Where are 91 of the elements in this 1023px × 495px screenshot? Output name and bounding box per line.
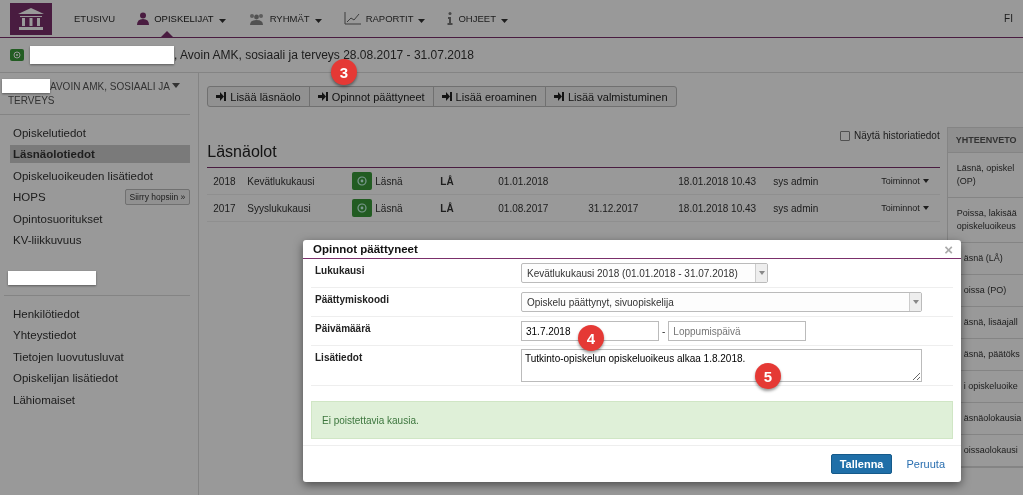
checkbox-label: Näytä historiatiedot [854,130,940,141]
nav-menu-item[interactable]: RAPORTIT [343,0,426,37]
caret-icon[interactable] [172,83,181,88]
table-cell-text: 01.08.2017 [498,202,550,214]
cancel-link[interactable]: Peruuta [906,458,945,470]
summary-label: Poissa, lakisää [956,207,1018,220]
caret-icon [314,18,322,23]
group-icon [247,12,265,25]
sign-in-icon [216,92,227,101]
study-right-title: , Avoin AMK, sosiaali ja terveys 28.08.2017 - 31.07.2018 [174,48,474,62]
summary-label: i opiskeluoike [963,380,1019,393]
hops-button[interactable]: Siirry hopsiin » [124,189,191,206]
caret-icon [758,271,765,275]
sidebar-item[interactable]: Läsnäolotiedot [10,145,191,164]
toolbar-button[interactable]: Opinnot päättyneet [308,86,434,107]
sidebar-item[interactable]: Opiskelijan lisätiedot [10,369,191,388]
status-icon [352,172,373,190]
summary-label: oissaolokausi [963,444,1019,457]
table-cell-text: Syyslukukausi [247,202,312,214]
caret-icon [912,300,919,304]
status-icon [352,199,373,217]
step-marker: 3 [331,59,357,85]
nav-menu-item[interactable]: RYHMÄT [247,0,322,37]
checkbox[interactable] [840,130,851,141]
actions-dropdown[interactable]: Toiminnot [881,176,929,186]
table-cell: Läsnä [375,175,403,187]
chart-icon [343,12,361,25]
nav-menu-item[interactable]: OPISKELIJAT [137,0,226,37]
summary-label: (OP) [956,175,977,188]
caret-icon [218,18,226,23]
nav-menu-item[interactable]: OHJEET [447,0,508,37]
nav-menu-item[interactable]: ETUSIVU [74,0,116,37]
section-title: Läsnäolot [207,143,940,168]
table-cell-text: 18.01.2018 10.43 [678,202,758,214]
summary-label: Läsnä, opiskel [956,162,1016,175]
summary-label: äsnä (LÅ) [963,252,1004,265]
user-icon [137,12,150,25]
save-button[interactable]: Tallenna [830,454,893,474]
sidebar-item[interactable]: Opintosuoritukset [10,209,191,228]
table-cell: Läsnä [375,202,403,214]
table-cell-text: Kevätlukukausi [247,175,316,187]
field-label: Päättymiskoodi [315,293,390,307]
program-heading: TERVEYS [8,94,55,108]
dropdown-field[interactable]: Kevätlukukausi 2018 (01.01.2018 - 31.07.2018) [521,263,768,283]
caret-icon [418,18,426,23]
toolbar-button[interactable]: Lisää läsnäolo [207,86,310,107]
toolbar-button[interactable]: Lisää eroaminen [432,86,546,107]
sidebar-item[interactable]: KV-liikkuvuus [10,231,191,250]
range-separator: - [662,325,666,337]
table-cell-text: 2018 [213,175,237,187]
dialog-title: Opinnot päättyneet [313,243,418,255]
field-label: Lukukausi [315,264,366,278]
summary-label: äsnä, päätöks [963,348,1021,361]
caret-icon [922,179,929,183]
sidebar-item[interactable]: Opiskelutiedot [10,123,191,142]
sign-in-icon [317,92,328,101]
table-cell: 31.12.2017 [588,202,639,214]
actions-dropdown[interactable]: Toiminnot [881,203,929,213]
table-cell-text: 01.01.2018 [498,175,550,187]
toolbar-button[interactable]: Lisää valmistuminen [544,86,677,107]
sign-in-icon [553,92,564,101]
summary-label: äsnäolokausia [963,412,1023,425]
table-cell-text: sys admin [773,175,820,187]
caret-icon [500,18,508,23]
info-icon [447,12,454,25]
table-cell-text: 2017 [213,202,237,214]
dropdown-field[interactable]: Opiskelu päättynyt, sivuopiskelija [521,292,922,312]
sidebar-item[interactable]: Tietojen luovutusluvat [10,347,191,366]
sign-in-icon [441,92,452,101]
table-cell-text: LÅ [440,175,455,187]
sidebar-item[interactable]: Henkilötiedot [10,304,191,323]
caret-icon [922,206,929,210]
program-heading: AVOIN AMK, SOSIAALI JA [50,80,170,94]
summary-title: YHTEENVETO [947,128,1023,153]
field-label: Päivämäärä [315,322,372,336]
date-field[interactable]: Loppumispäivä [668,321,807,341]
info-alert: Ei poistettavia kausia. [311,401,953,439]
sidebar-item[interactable]: Yhteystiedot [10,326,191,345]
field-label: Lisätiedot [315,351,364,365]
table-cell-text: 18.01.2018 10.43 [678,175,758,187]
table-cell-text: sys admin [773,202,820,214]
table-cell-text: LÅ [440,202,455,214]
summary-label: äsnä, lisäajall [963,316,1019,329]
summary-label: oissa (PO) [963,284,1008,297]
status-icon [10,49,24,61]
logo-icon[interactable] [10,2,52,35]
sidebar-item[interactable]: Opiskeluoikeuden lisätiedot [10,166,191,185]
sidebar-item[interactable]: HOPS [10,188,125,207]
summary-label: opiskeluoikeus [956,220,1017,233]
sidebar-item[interactable]: Lähiomaiset [10,390,191,409]
language-selector[interactable]: FI [1004,13,1013,24]
